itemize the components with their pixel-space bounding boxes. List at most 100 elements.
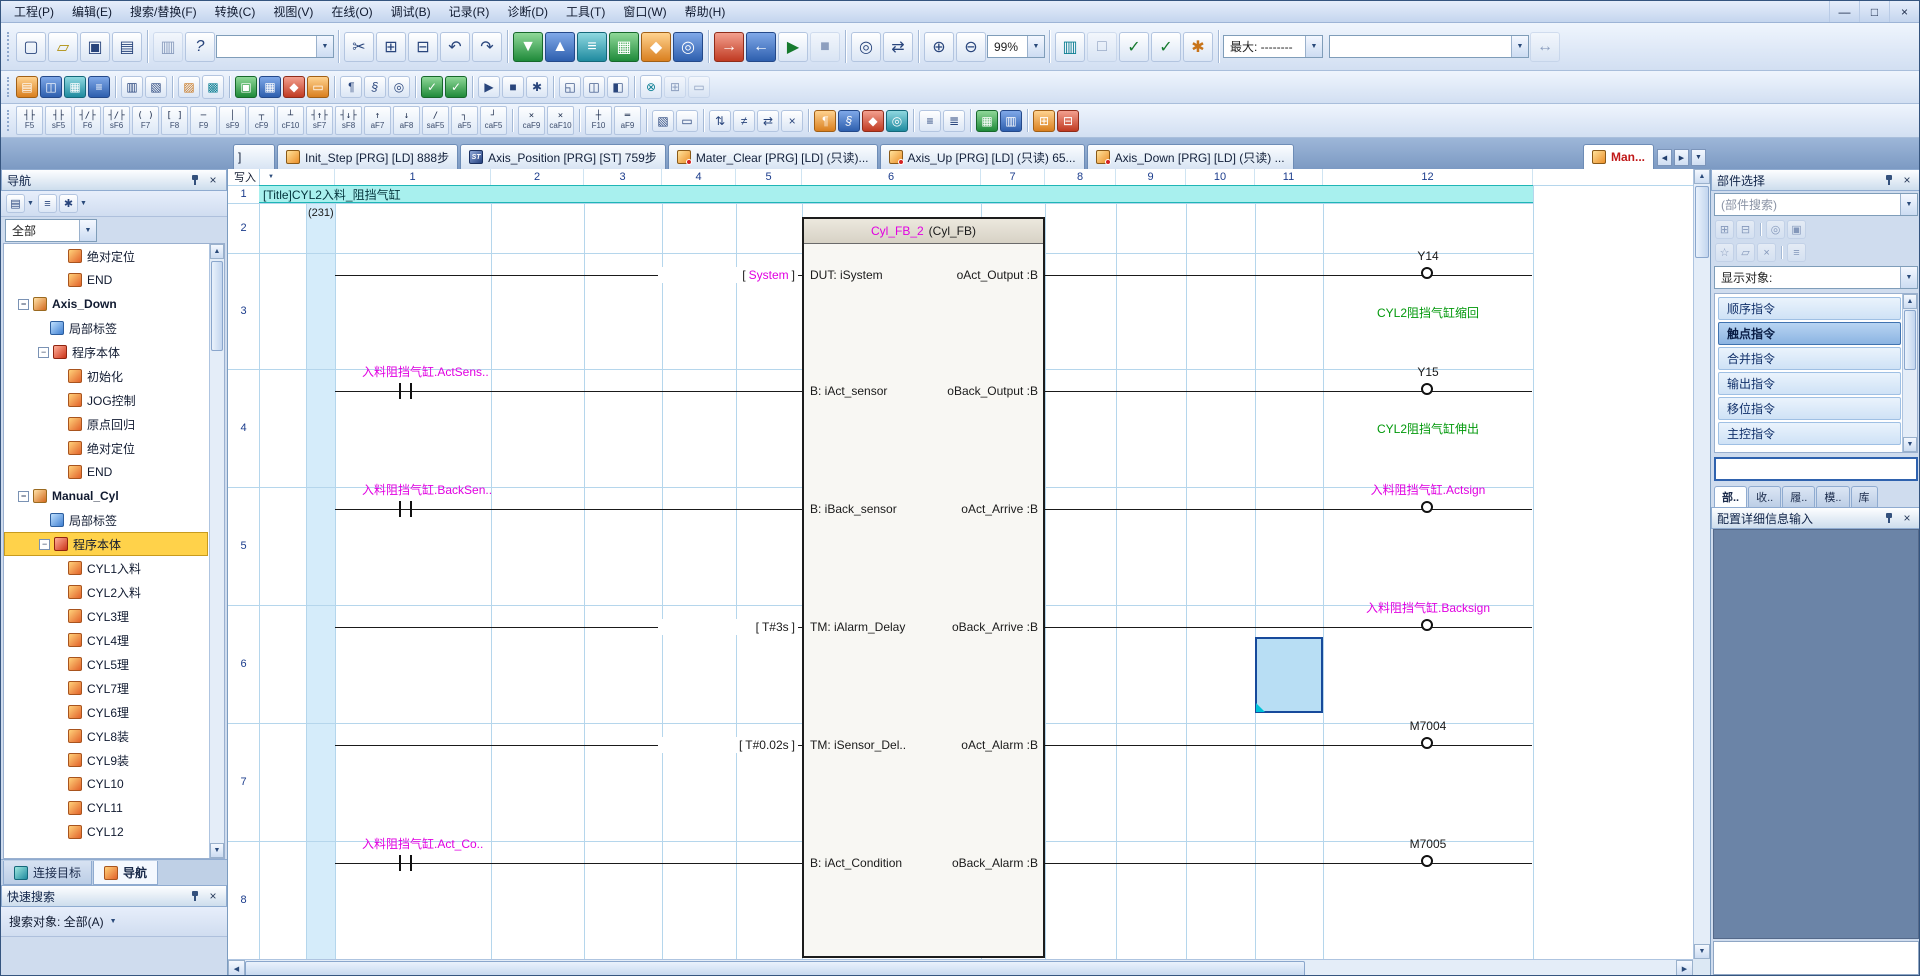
ladder-canvas[interactable]: 写入▼ 1 2 3 4 5 6 7 8 9 10 11 12 1 2 3 4 5… bbox=[228, 169, 1693, 959]
collapse-icon[interactable]: − bbox=[18, 491, 29, 502]
replace-icon[interactable]: ⇄ bbox=[883, 32, 913, 62]
detail-input-area[interactable] bbox=[1713, 529, 1919, 939]
convert-all-icon[interactable]: ✓ bbox=[445, 76, 467, 98]
delete-branch-fkey[interactable]: ×caF9 bbox=[518, 106, 545, 135]
rising-pulse-fkey[interactable]: ┤↑├sF7 bbox=[306, 106, 333, 135]
minimize-button[interactable]: — bbox=[1829, 1, 1859, 22]
window-cascade-icon[interactable]: ◱ bbox=[559, 76, 581, 98]
tab-axis-down[interactable]: Axis_Down [PRG] [LD] (只读) ... bbox=[1087, 144, 1294, 169]
tree-item-program[interactable]: CYL9装 bbox=[4, 748, 208, 772]
device-diagnostics-icon[interactable]: ◆ bbox=[641, 32, 671, 62]
contact-device-label[interactable]: 入料阻挡气缸.Act_Co.. bbox=[362, 836, 632, 852]
write-to-plc-icon[interactable]: → bbox=[714, 32, 744, 62]
delete-vline-fkey[interactable]: ┴cF10 bbox=[277, 106, 304, 135]
tab-init-step[interactable]: Init_Step [PRG] [LD] 888步 bbox=[277, 144, 458, 169]
tab-navigation[interactable]: 导航 bbox=[93, 861, 158, 885]
build-settings-icon[interactable]: ✱ bbox=[1183, 32, 1213, 62]
tree-item-program[interactable]: CYL8装 bbox=[4, 724, 208, 748]
statement-edit-icon[interactable]: § bbox=[838, 110, 860, 132]
cut-icon[interactable]: ✂ bbox=[344, 32, 374, 62]
tree-collapse-icon[interactable]: ≡ bbox=[38, 194, 57, 213]
read-from-plc-icon[interactable]: ← bbox=[746, 32, 776, 62]
tree-item-program[interactable]: CYL5理 bbox=[4, 652, 208, 676]
device-read-icon[interactable]: ▲ bbox=[545, 32, 575, 62]
scrollbar-thumb[interactable] bbox=[1904, 310, 1916, 370]
instruction-fkey[interactable]: [ ]F8 bbox=[161, 106, 188, 135]
tree-scrollbar[interactable]: ▲ ▼ bbox=[209, 244, 224, 858]
output-device-label[interactable]: M7005 bbox=[1318, 836, 1538, 852]
parallel-falling-pulse-fkey[interactable]: ↓aF8 bbox=[393, 106, 420, 135]
monitor-check-icon[interactable]: ✓ bbox=[1119, 32, 1149, 62]
scroll-down-icon[interactable]: ▼ bbox=[210, 843, 224, 858]
save-project-icon[interactable]: ▣ bbox=[80, 32, 110, 62]
category-contact-selected[interactable]: 触点指令 bbox=[1718, 322, 1901, 345]
vline-fkey[interactable]: │sF9 bbox=[219, 106, 246, 135]
offline-mode-icon[interactable]: ■ bbox=[810, 32, 840, 62]
menu-project[interactable]: 工程(P) bbox=[5, 1, 63, 22]
tree-item-program-folder[interactable]: −Axis_Down bbox=[4, 292, 208, 316]
undo-icon[interactable]: ↶ bbox=[440, 32, 470, 62]
read-mode-icon[interactable]: ◎ bbox=[886, 110, 908, 132]
double-line-fkey[interactable]: ═aF9 bbox=[614, 106, 641, 135]
coil-fkey[interactable]: ( )F7 bbox=[132, 106, 159, 135]
coil-symbol[interactable] bbox=[1421, 383, 1433, 395]
pin-icon[interactable] bbox=[1881, 172, 1897, 188]
tree-item-program[interactable]: CYL11 bbox=[4, 796, 208, 820]
parameter-icon[interactable]: ◆ bbox=[283, 76, 305, 98]
menu-tools[interactable]: 工具(T) bbox=[557, 1, 614, 22]
write-mode-select[interactable]: 写入▼ bbox=[228, 169, 335, 185]
tab-list-icon[interactable]: ▼ bbox=[1691, 149, 1706, 166]
delete-row-icon[interactable]: ≠ bbox=[733, 110, 755, 132]
tree-item-program[interactable]: 初始化 bbox=[4, 364, 208, 388]
delete-column-icon[interactable]: × bbox=[781, 110, 803, 132]
scroll-down-icon[interactable]: ▼ bbox=[1903, 437, 1917, 452]
gear-icon[interactable]: ✱ bbox=[59, 194, 78, 213]
falling-pulse-fkey[interactable]: ┤↓├sF8 bbox=[335, 106, 362, 135]
invert-result-fkey[interactable]: /saF5 bbox=[422, 106, 449, 135]
favorite-delete-icon[interactable]: × bbox=[1757, 243, 1776, 262]
device-monitor-icon[interactable]: ▦ bbox=[609, 32, 639, 62]
part-paste-icon[interactable]: ⊞ bbox=[1715, 220, 1734, 239]
tree-filter-select[interactable]: 全部▼ bbox=[5, 219, 97, 242]
category-output[interactable]: 输出指令 bbox=[1718, 372, 1901, 395]
parallel-rising-pulse-fkey[interactable]: ↑aF7 bbox=[364, 106, 391, 135]
coil-symbol[interactable] bbox=[1421, 501, 1433, 513]
function-block[interactable] bbox=[802, 217, 1045, 958]
monitor-read-icon[interactable]: ▥ bbox=[1000, 110, 1022, 132]
hline-fkey[interactable]: ─F9 bbox=[190, 106, 217, 135]
print-icon[interactable]: ▤ bbox=[112, 32, 142, 62]
tab-fragment[interactable]: ] bbox=[233, 144, 275, 169]
coil-symbol[interactable] bbox=[1421, 855, 1433, 867]
simulation-icon[interactable]: ▶ bbox=[478, 76, 500, 98]
output-device-label[interactable]: M7004 bbox=[1318, 718, 1538, 734]
menu-online[interactable]: 在线(O) bbox=[322, 1, 381, 22]
redo-icon[interactable]: ↷ bbox=[472, 32, 502, 62]
stop-simulation-icon[interactable]: ■ bbox=[502, 76, 524, 98]
device-verify-icon[interactable]: ≡ bbox=[577, 32, 607, 62]
scroll-up-icon[interactable]: ▲ bbox=[210, 244, 224, 259]
tab-scroll-left-icon[interactable]: ◀ bbox=[1657, 149, 1672, 166]
part-entry-input[interactable] bbox=[1714, 457, 1918, 481]
collapse-icon[interactable]: − bbox=[39, 539, 50, 550]
delete-hline-fkey[interactable]: ┬cF9 bbox=[248, 106, 275, 135]
program-check-icon[interactable]: ✓ bbox=[1151, 32, 1181, 62]
tree-item-local-label[interactable]: 局部标签 bbox=[4, 508, 208, 532]
scroll-up-icon[interactable]: ▲ bbox=[1694, 169, 1710, 184]
statement-icon[interactable]: ¶ bbox=[340, 76, 362, 98]
tree-item-program[interactable]: 绝对定位 bbox=[4, 244, 208, 268]
pin-icon[interactable] bbox=[1881, 510, 1897, 526]
output-device-label[interactable]: Y14 bbox=[1318, 248, 1538, 264]
paste-icon[interactable]: ⊟ bbox=[408, 32, 438, 62]
scroll-down-icon[interactable]: ▼ bbox=[1694, 944, 1710, 959]
part-search-input[interactable]: (部件搜索)▼ bbox=[1714, 193, 1918, 216]
tree-item-program[interactable]: CYL6理 bbox=[4, 700, 208, 724]
tool-settings-icon[interactable]: ✱ bbox=[526, 76, 548, 98]
device-write-icon[interactable]: ▼ bbox=[513, 32, 543, 62]
closed-contact-fkey[interactable]: ┤/├F6 bbox=[74, 106, 101, 135]
favorite-add-icon[interactable]: ☆ bbox=[1715, 243, 1734, 262]
tree-item-local-label[interactable]: 局部标签 bbox=[4, 316, 208, 340]
tree-item-program[interactable]: CYL4理 bbox=[4, 628, 208, 652]
copy-icon[interactable]: ⊞ bbox=[376, 32, 406, 62]
tab-favorites[interactable]: 收.. bbox=[1748, 486, 1781, 507]
list-scrollbar[interactable]: ▲ ▼ bbox=[1902, 294, 1917, 452]
